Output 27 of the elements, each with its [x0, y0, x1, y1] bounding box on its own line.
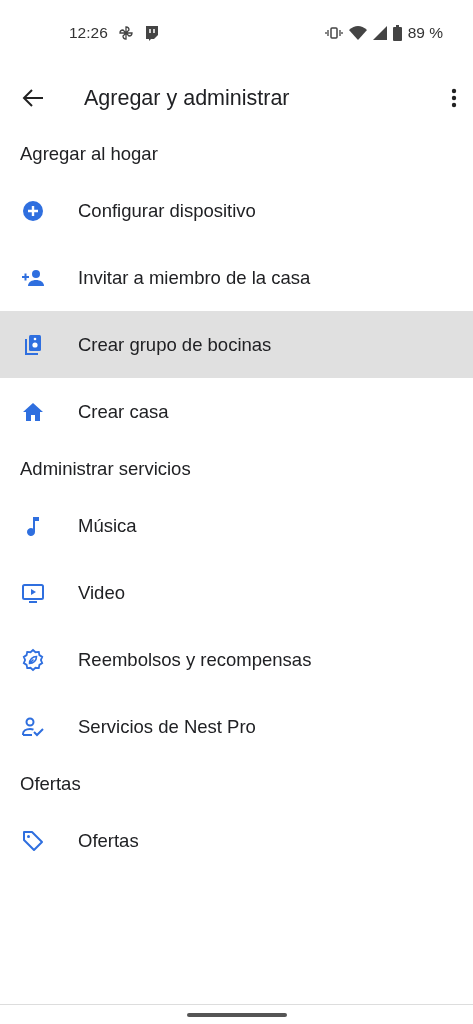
wifi-icon: [348, 26, 367, 40]
tag-icon: [21, 828, 45, 853]
menu-item[interactable]: Crear casa: [0, 378, 473, 445]
menu-item[interactable]: Crear grupo de bocinas: [0, 311, 473, 378]
vibrate-icon: [324, 27, 343, 39]
menu-item[interactable]: Reembolsos y recompensas: [0, 626, 473, 693]
more-options-button[interactable]: [451, 88, 457, 108]
clock-time: 12:26: [69, 24, 108, 42]
menu-item[interactable]: Ofertas: [0, 807, 473, 874]
pinwheel-icon: [117, 25, 134, 41]
section-header: Ofertas: [20, 772, 81, 795]
back-button[interactable]: [22, 88, 44, 108]
menu-item[interactable]: Invitar a miembro de la casa: [0, 244, 473, 311]
menu-item[interactable]: Servicios de Nest Pro: [0, 693, 473, 760]
add-icon: [21, 198, 45, 223]
battery-icon: [392, 25, 402, 41]
home-handle[interactable]: [186, 1013, 287, 1017]
chat-icon: [143, 25, 159, 41]
screen-title: Agregar y administrar: [84, 85, 290, 111]
battery-percent: 89 %: [407, 24, 443, 42]
leaf-badge-icon: [21, 647, 45, 672]
menu-item[interactable]: Configurar dispositivo: [0, 177, 473, 244]
menu-item[interactable]: Música: [0, 492, 473, 559]
menu-item[interactable]: Video: [0, 559, 473, 626]
signal-icon: [372, 26, 387, 40]
section-header: Administrar servicios: [20, 457, 191, 480]
section-header: Agregar al hogar: [20, 142, 158, 165]
